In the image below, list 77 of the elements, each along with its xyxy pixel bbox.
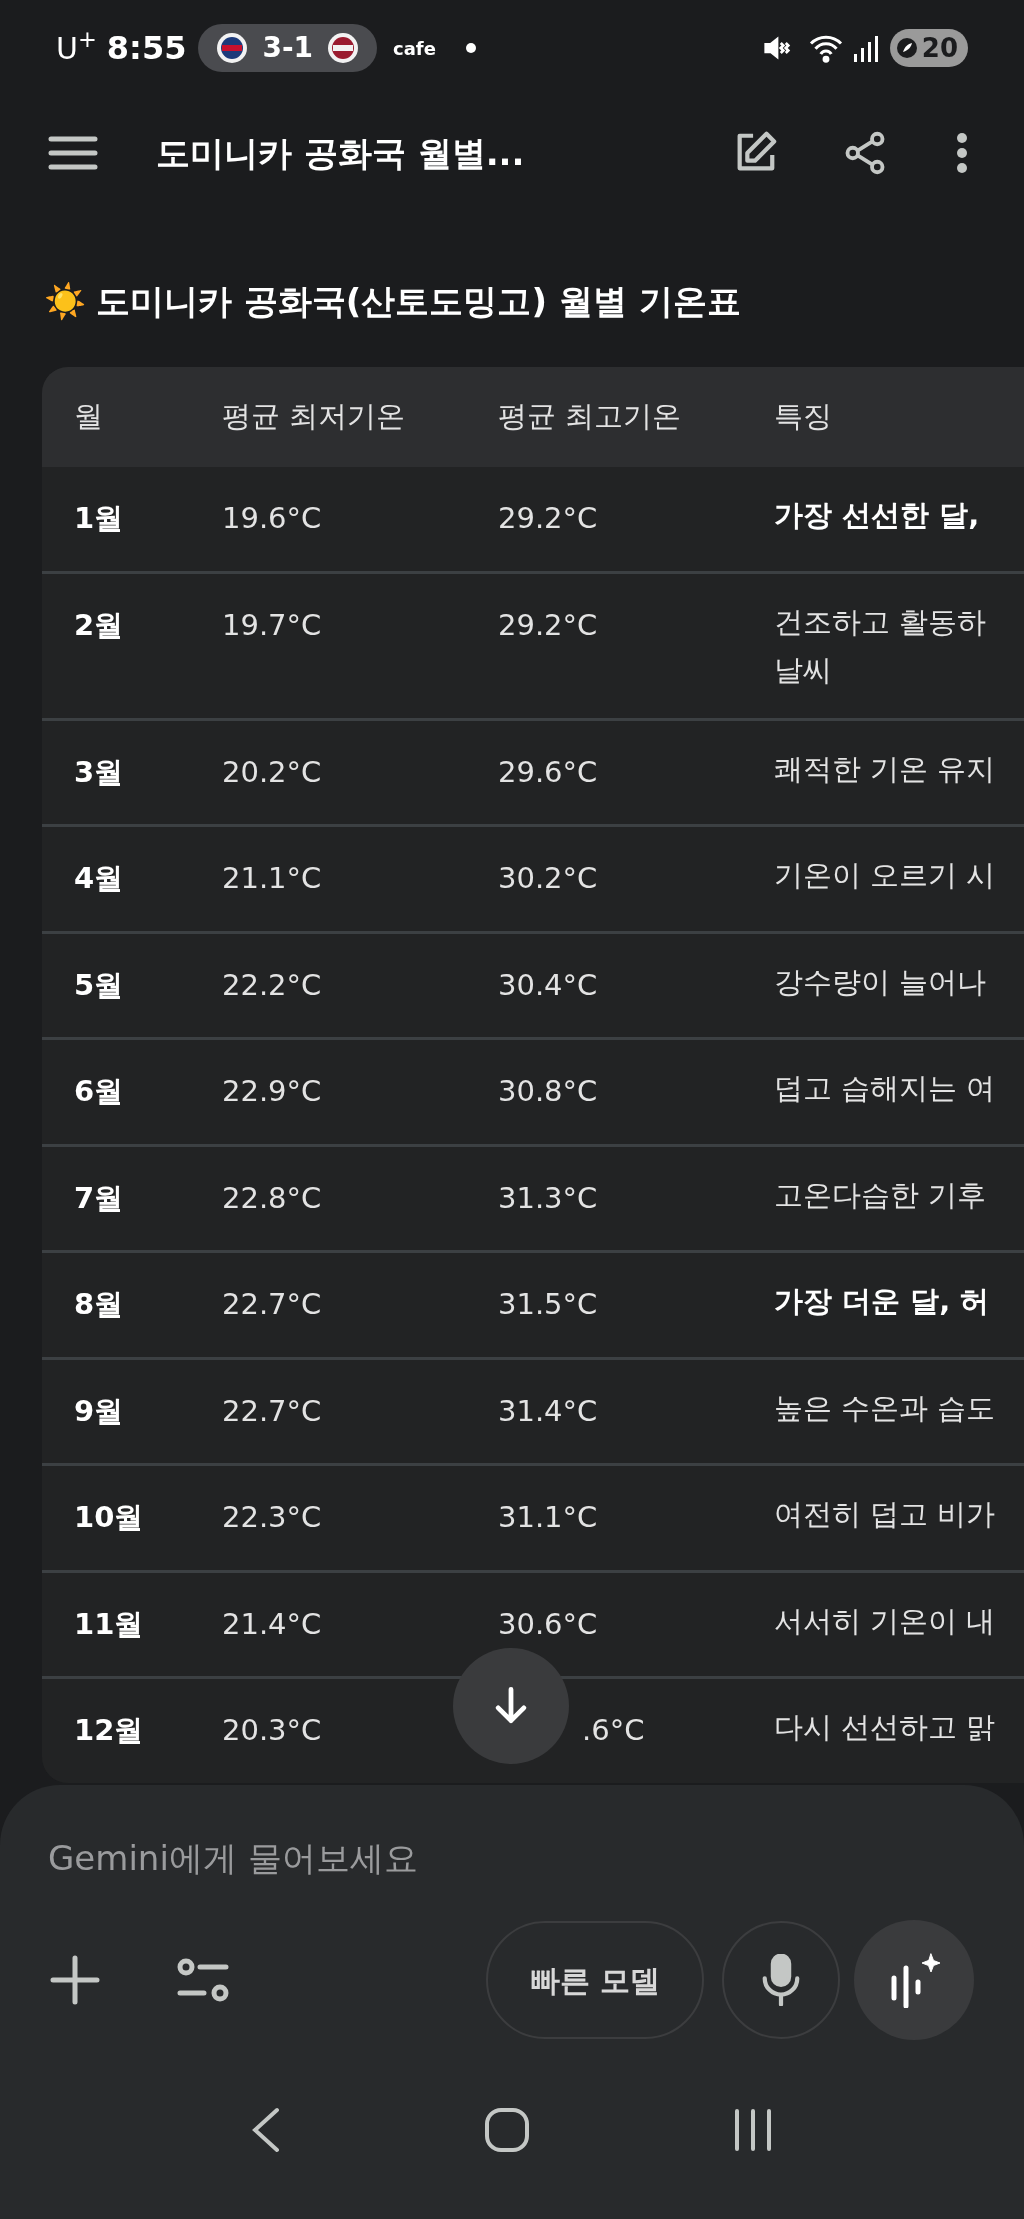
table-cell: 30.8°C — [498, 1074, 598, 1108]
column-header: 평균 최고기온 — [497, 398, 683, 436]
recent-apps-icon[interactable] — [732, 2107, 773, 2152]
table-cell: 22.2°C — [222, 967, 322, 1002]
table-cell: 12월 — [74, 1713, 144, 1747]
team-logo-icon — [216, 32, 249, 64]
table-cell: 30.2°C — [498, 861, 598, 895]
score-text: 3-1 — [262, 30, 313, 66]
table-cell: 22.7°C — [222, 1287, 322, 1321]
table-cell: 29.2°C — [498, 501, 598, 535]
tools-icon[interactable] — [176, 1957, 230, 2003]
column-header: 특징 — [773, 398, 832, 436]
clock: 8:55 — [106, 28, 187, 69]
table-cell: 6월 — [74, 1074, 124, 1108]
table-cell: 20.2°C — [222, 754, 322, 789]
share-icon[interactable] — [844, 130, 886, 176]
table-cell: 8월 — [74, 1287, 124, 1321]
table-cell: 19.7°C — [222, 607, 322, 642]
table-cell: 5월 — [74, 967, 124, 1002]
table-cell-text: 기온이 오르기 시 — [774, 857, 996, 894]
table-cell-text: 높은 수온과 습도 — [774, 1389, 996, 1427]
home-icon[interactable] — [484, 2106, 530, 2153]
table-cell: 19.6°C — [222, 501, 322, 535]
app-notification-label: cafe — [393, 36, 436, 61]
chat-title: 도미니카 공화국 월별... — [156, 131, 525, 175]
carrier-label: U$^{+}$ — [56, 25, 97, 68]
table-cell: 22.9°C — [222, 1074, 322, 1108]
table-cell-text: 강수량이 늘어나 — [774, 963, 987, 1001]
table-cell: 4월 — [74, 861, 124, 895]
table-cell: 31.4°C — [498, 1393, 598, 1428]
more-options-icon[interactable] — [956, 132, 968, 174]
dot-icon — [465, 43, 476, 53]
table-cell: 1월 — [74, 501, 124, 535]
table-cell-text: 쾌적한 기온 유지 — [774, 750, 996, 788]
table-cell: 31.3°C — [498, 1180, 598, 1215]
column-header: 평균 최저기온 — [221, 398, 407, 436]
table-cell: 2월 — [74, 607, 124, 642]
microphone-icon — [761, 1954, 801, 2006]
section-heading: 도미니카 공화국(산토도밍고) 월별 기온표 — [96, 280, 741, 323]
table-cell: 22.3°C — [222, 1500, 322, 1534]
back-icon[interactable] — [251, 2106, 282, 2153]
table-cell: 10월 — [74, 1500, 144, 1534]
table-cell: 30.6°C — [498, 1606, 598, 1641]
add-icon[interactable] — [50, 1955, 100, 2005]
table-cell: 22.8°C — [222, 1180, 322, 1215]
table-cell: .6°C — [582, 1713, 645, 1747]
table-cell: 30.4°C — [498, 967, 598, 1002]
table-cell: 31.1°C — [498, 1500, 598, 1534]
wifi-icon — [807, 33, 844, 63]
table-cell: 20.3°C — [222, 1713, 322, 1747]
model-selector-button[interactable]: 빠른 모델 — [485, 1921, 704, 2039]
table-cell-text: 여전히 덥고 비가 — [774, 1496, 996, 1533]
menu-icon[interactable] — [48, 135, 98, 171]
table-cell: 22.7°C — [222, 1393, 322, 1428]
team-logo-icon — [327, 32, 359, 64]
table-cell-text: 고온다습한 기후 — [774, 1176, 987, 1214]
table-cell-text: 건조하고 활동하 날씨 — [774, 603, 987, 689]
table-cell-text: 덥고 습해지는 여 — [774, 1070, 996, 1107]
column-header: 월 — [73, 398, 104, 436]
table-cell: 21.1°C — [222, 861, 322, 895]
sun-emoji: ☀ — [44, 280, 86, 323]
table-cell: 31.5°C — [498, 1287, 598, 1321]
table-cell-text: 다시 선선하고 맑 — [774, 1709, 996, 1746]
table-cell: 29.6°C — [498, 754, 598, 789]
table-cell: 29.2°C — [498, 607, 598, 642]
table-cell-text: 가장 더운 달, 허 — [774, 1283, 990, 1320]
table-cell: 9월 — [74, 1393, 124, 1428]
table-cell-text: 가장 선선한 달, — [774, 497, 980, 534]
battery-indicator: 20 — [889, 29, 968, 67]
signal-icon — [853, 34, 880, 62]
table-cell: 21.4°C — [222, 1606, 322, 1641]
microphone-button[interactable] — [722, 1921, 840, 2039]
table-cell: 3월 — [74, 754, 124, 789]
table-cell-text: 서서히 기온이 내 — [774, 1602, 996, 1640]
prompt-input[interactable]: Gemini에게 물어보세요 — [48, 1833, 976, 1884]
table-cell: 11월 — [74, 1606, 144, 1641]
table-cell: 7월 — [74, 1180, 124, 1215]
